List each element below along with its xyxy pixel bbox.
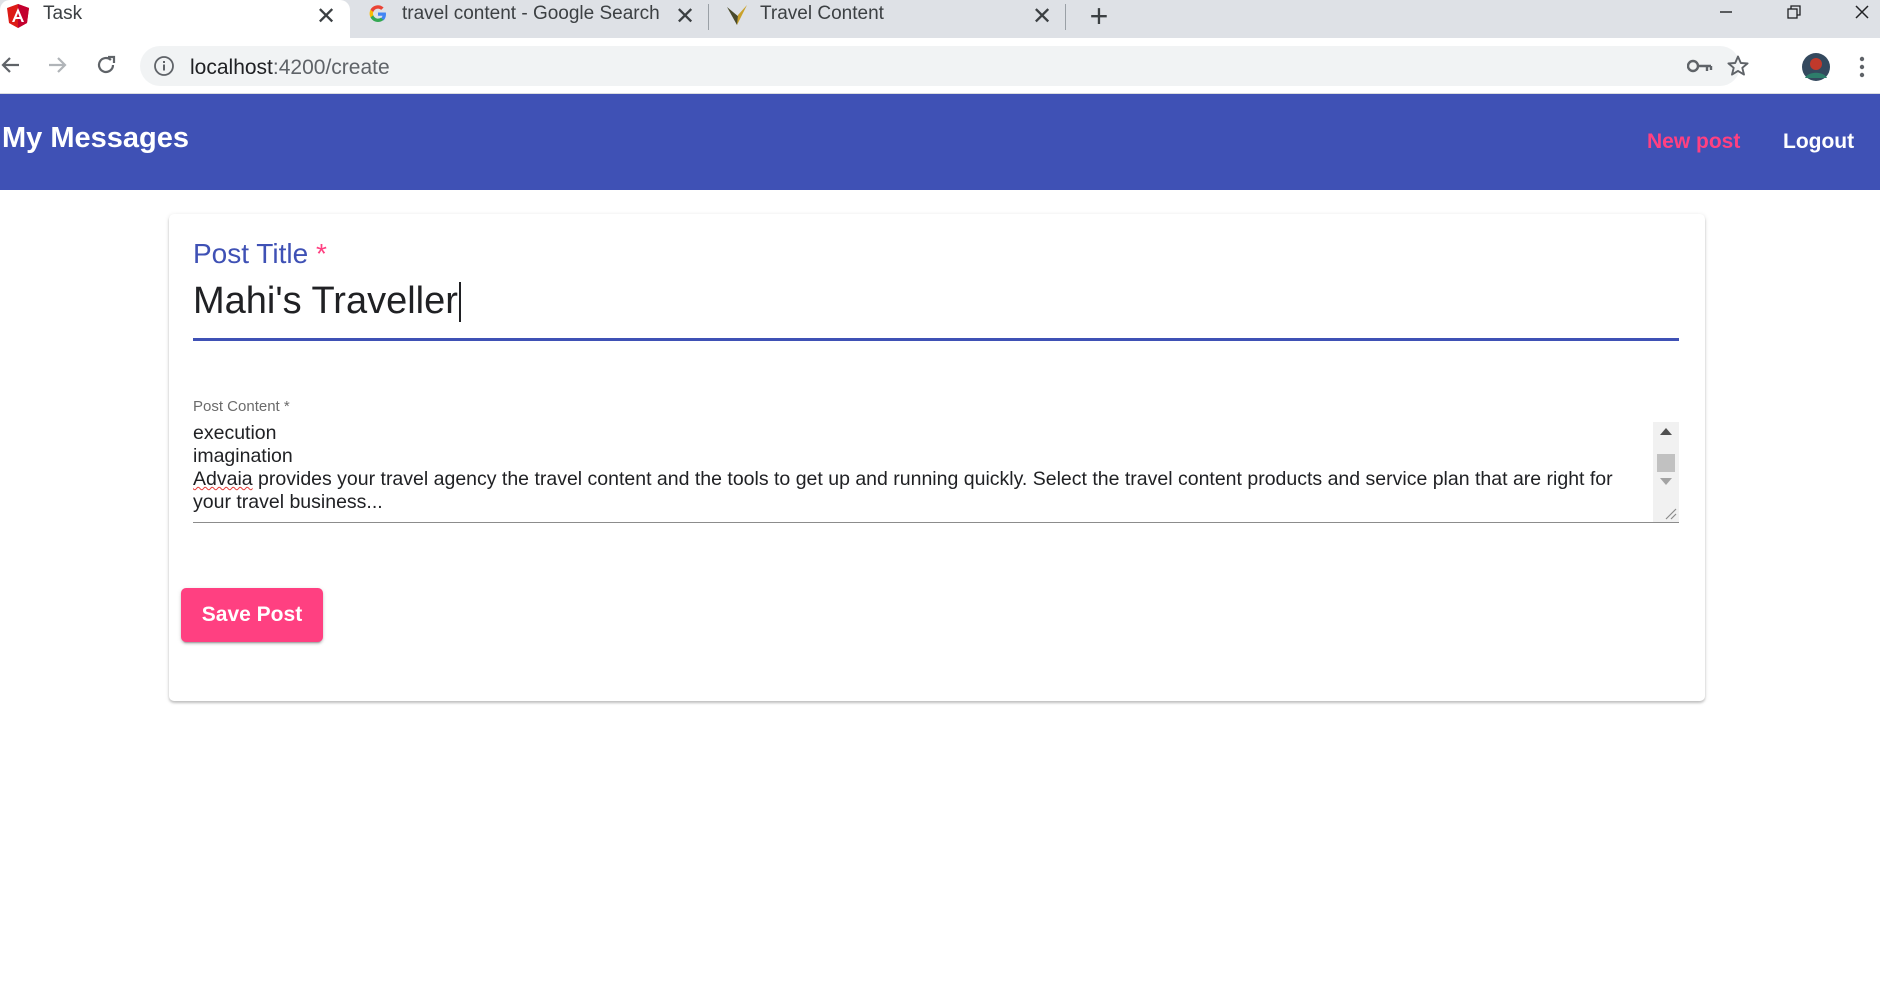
content-line-text: provides your travel agency the travel c… (193, 468, 1613, 513)
new-post-link[interactable]: New post (1647, 130, 1740, 154)
angular-icon (6, 2, 30, 30)
close-tab-icon[interactable]: ✕ (675, 2, 695, 31)
info-icon[interactable] (152, 54, 176, 78)
tab-title: travel content - Google Search (402, 3, 660, 24)
save-post-button[interactable]: Save Post (181, 588, 323, 642)
content-line: imagination (193, 445, 293, 467)
post-title-value: Mahi's Traveller (193, 280, 458, 322)
scroll-down-arrow-icon[interactable] (1660, 478, 1672, 485)
post-title-label: Post Title * (193, 238, 327, 270)
back-arrow-icon[interactable] (0, 50, 26, 80)
close-window-icon[interactable] (1844, 0, 1880, 24)
key-icon[interactable] (1686, 54, 1714, 78)
scroll-up-arrow-icon[interactable] (1660, 428, 1672, 435)
misspelled-word: Advaia (193, 468, 253, 490)
tab-task[interactable]: Task ✕ (0, 0, 350, 38)
required-asterisk: * (315, 238, 327, 269)
bookmark-star-icon[interactable] (1724, 53, 1752, 79)
post-title-underline (193, 338, 1679, 341)
browser-menu-icon[interactable] (1850, 52, 1874, 82)
browser-toolbar: localhost:4200/create (0, 38, 1880, 94)
url-path: :4200/create (272, 56, 390, 79)
close-tab-icon[interactable]: ✕ (316, 2, 336, 31)
app-toolbar: My Messages New post Logout (0, 94, 1880, 190)
url-host: localhost (190, 56, 273, 79)
tab-separator (1065, 4, 1066, 30)
post-create-card: Post Title * Mahi's Traveller Post Conte… (169, 214, 1705, 701)
close-tab-icon[interactable]: ✕ (1032, 2, 1052, 31)
post-content-text: execution imagination Advaia provides yo… (193, 422, 1643, 514)
post-title-input[interactable]: Mahi's Traveller (193, 280, 461, 323)
scroll-thumb[interactable] (1657, 454, 1675, 472)
browser-tab-strip: Task ✕ travel content - Google Search ✕ … (0, 0, 1880, 38)
address-bar[interactable]: localhost:4200/create (140, 46, 1749, 86)
tab-google-search[interactable]: travel content - Google Search ✕ (352, 0, 707, 38)
tab-separator (708, 4, 709, 30)
post-title-label-text: Post Title (193, 238, 309, 269)
tab-title: Travel Content (760, 3, 884, 24)
tab-travel-content[interactable]: Travel Content ✕ (710, 0, 1064, 38)
restore-icon[interactable] (1776, 0, 1812, 24)
minimize-icon[interactable] (1708, 0, 1744, 24)
resize-handle-icon[interactable] (1663, 506, 1677, 520)
reload-icon[interactable] (91, 50, 121, 80)
logout-button[interactable]: Logout (1783, 130, 1854, 154)
text-cursor (458, 281, 461, 322)
post-content-label: Post Content * (193, 398, 290, 415)
post-content-underline (193, 522, 1679, 523)
travel-content-favicon (724, 2, 750, 28)
google-icon (366, 2, 390, 26)
post-content-textarea[interactable]: execution imagination Advaia provides yo… (193, 422, 1679, 522)
app-brand[interactable]: My Messages (2, 122, 189, 155)
content-line: Advaia provides your travel agency the t… (193, 468, 1643, 514)
new-tab-button[interactable]: + (1084, 0, 1114, 34)
content-line: execution (193, 422, 277, 444)
url-text: localhost:4200/create (190, 56, 390, 80)
forward-arrow-icon[interactable] (42, 50, 72, 80)
tab-title: Task (43, 3, 83, 24)
profile-avatar[interactable] (1800, 51, 1832, 83)
